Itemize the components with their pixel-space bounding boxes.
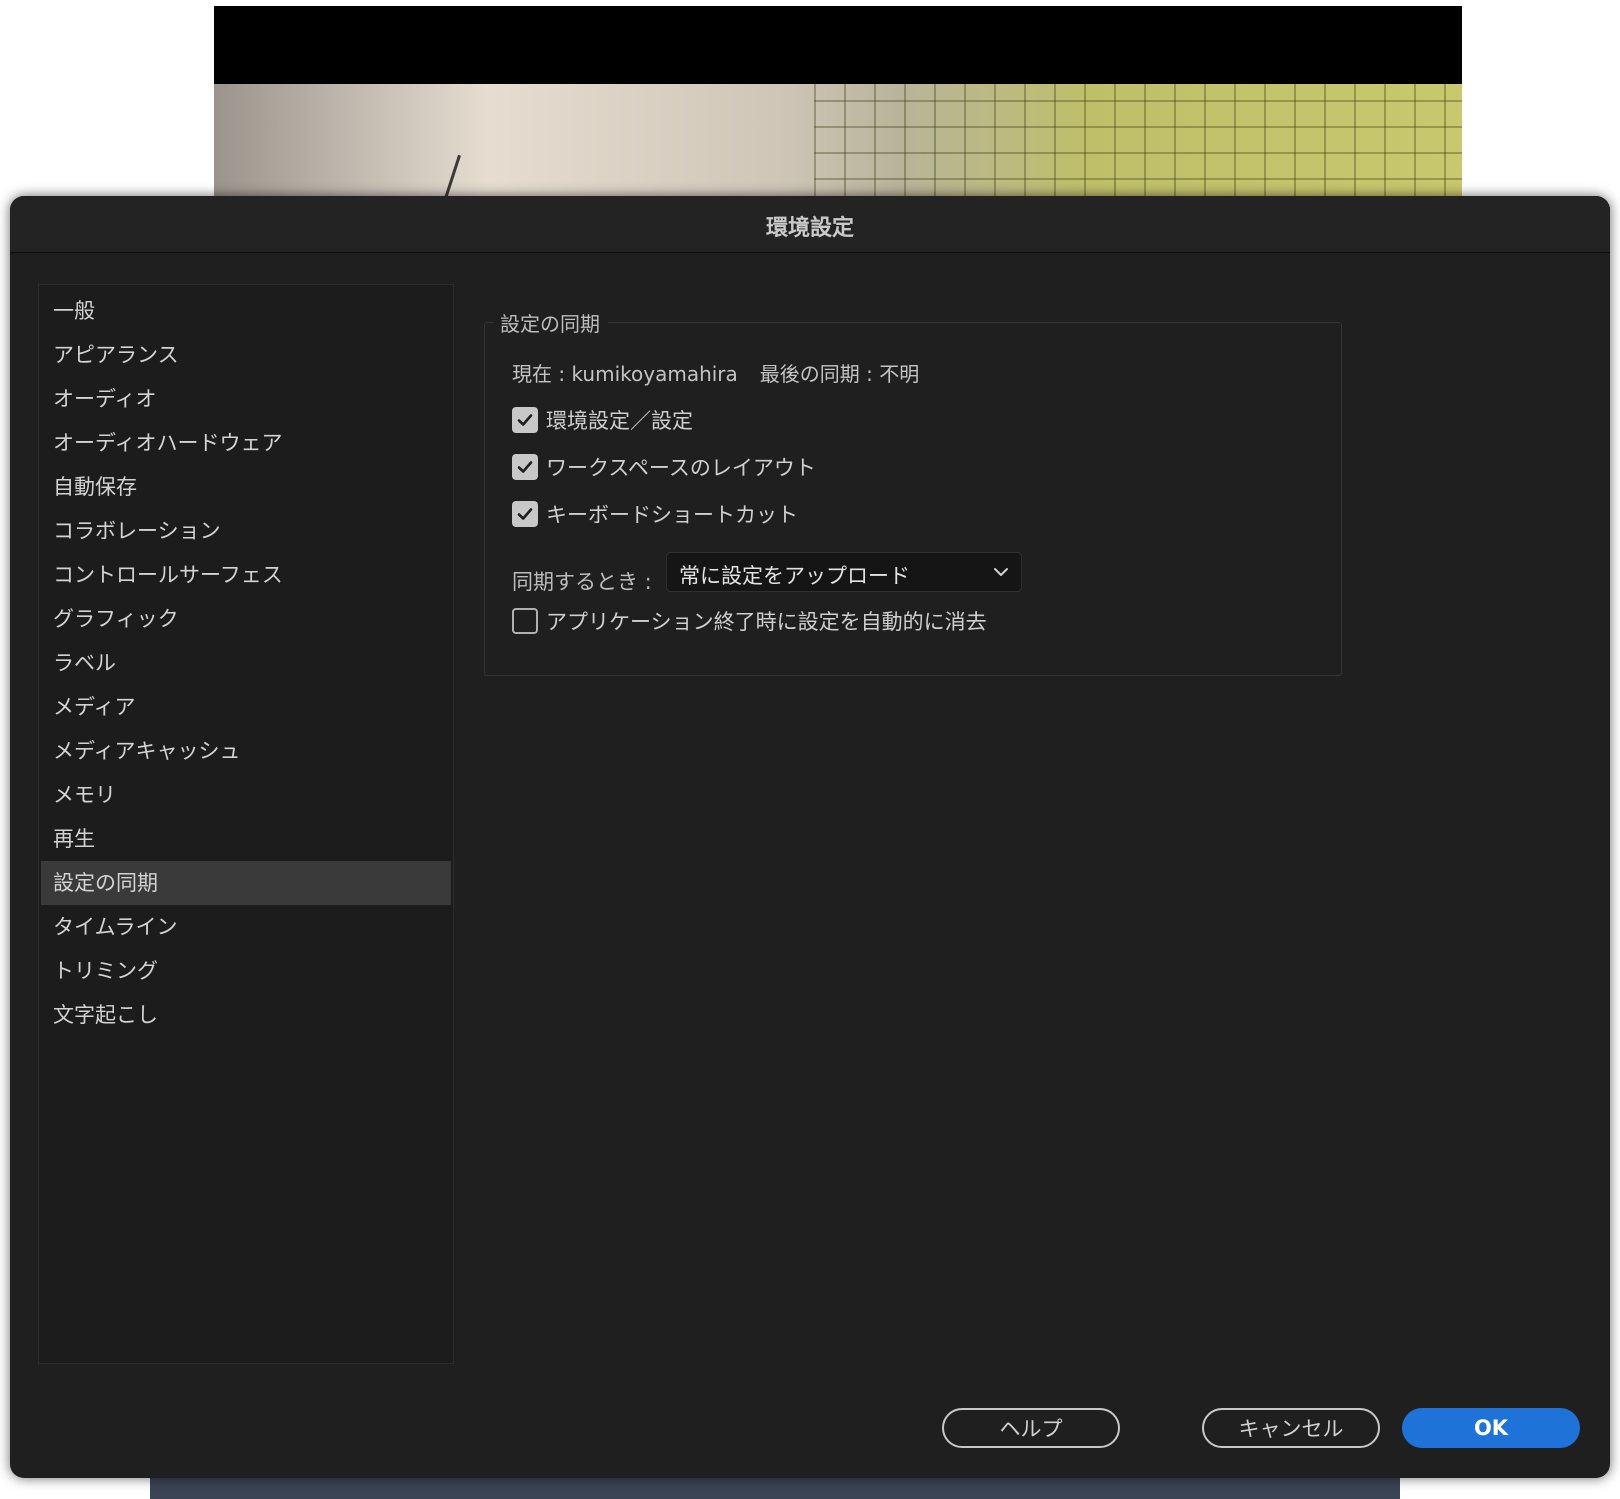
clear-on-quit-checkbox[interactable] [512, 608, 538, 634]
sidebar-item[interactable]: タイムライン [41, 905, 451, 949]
sidebar-item[interactable]: オーディオ [41, 377, 451, 421]
sync-group-title: 設定の同期 [494, 308, 608, 337]
sync-workspace-label: ワークスペースのレイアウト [546, 456, 816, 480]
sidebar-item[interactable]: グラフィック [41, 597, 451, 641]
sidebar-item[interactable]: メディア [41, 685, 451, 729]
sidebar-item[interactable]: メディアキャッシュ [41, 729, 451, 773]
sidebar-item[interactable]: オーディオハードウェア [41, 421, 451, 465]
help-button[interactable]: ヘルプ [942, 1408, 1120, 1448]
last-sync-text: 最後の同期 : 不明 [759, 362, 920, 386]
sidebar-item[interactable]: 自動保存 [41, 465, 451, 509]
sync-status-line: 現在 : kumikoyamahira 最後の同期 : 不明 [512, 358, 919, 387]
sidebar-item[interactable]: コントロールサーフェス [41, 553, 451, 597]
sync-shortcuts-checkbox[interactable] [512, 501, 538, 527]
clear-on-quit-checkbox-row[interactable]: アプリケーション終了時に設定を自動的に消去 [512, 606, 987, 636]
background-timeline-strip [150, 1478, 1400, 1499]
sidebar-item[interactable]: 再生 [41, 817, 451, 861]
cancel-button[interactable]: キャンセル [1202, 1408, 1380, 1448]
sync-preferences-checkbox-row[interactable]: 環境設定／設定 [512, 405, 693, 435]
checkmark-icon [517, 508, 533, 520]
checkmark-icon [517, 461, 533, 473]
preferences-dialog: 環境設定 一般 アピアランス オーディオ オーディオハードウェア 自動保存 コラボレーショ… [10, 196, 1610, 1478]
sidebar-item[interactable]: 設定の同期 [41, 861, 451, 905]
sidebar-item[interactable]: ラベル [41, 641, 451, 685]
sync-shortcuts-checkbox-row[interactable]: キーボードショートカット [512, 499, 798, 529]
clear-on-quit-label: アプリケーション終了時に設定を自動的に消去 [546, 610, 987, 634]
sync-shortcuts-label: キーボードショートカット [546, 503, 798, 527]
sync-when-dropdown[interactable]: 常に設定をアップロード [666, 552, 1022, 592]
sync-preferences-checkbox[interactable] [512, 407, 538, 433]
sidebar-item[interactable]: トリミング [41, 949, 451, 993]
sidebar-item[interactable]: 一般 [41, 289, 451, 333]
sync-when-value: 常に設定をアップロード [679, 564, 910, 588]
sync-preferences-label: 環境設定／設定 [546, 409, 693, 433]
chevron-down-icon [994, 568, 1008, 576]
current-account-text: 現在 : kumikoyamahira [512, 362, 738, 386]
sidebar-item[interactable]: メモリ [41, 773, 451, 817]
checkmark-icon [517, 414, 533, 426]
sync-workspace-checkbox-row[interactable]: ワークスペースのレイアウト [512, 452, 816, 482]
sidebar-item[interactable]: 文字起こし [41, 993, 451, 1037]
preferences-category-list: 一般 アピアランス オーディオ オーディオハードウェア 自動保存 コラボレーション コントロ… [38, 284, 454, 1364]
video-tile-wall [814, 84, 1462, 206]
background-video-preview [214, 84, 1462, 206]
sidebar-item[interactable]: アピアランス [41, 333, 451, 377]
sidebar-item[interactable]: コラボレーション [41, 509, 451, 553]
dialog-title-bar: 環境設定 [10, 196, 1610, 253]
dialog-title: 環境設定 [765, 216, 854, 241]
sync-workspace-checkbox[interactable] [512, 454, 538, 480]
sync-when-label: 同期するとき : [512, 570, 652, 594]
ok-button[interactable]: OK [1402, 1408, 1580, 1448]
